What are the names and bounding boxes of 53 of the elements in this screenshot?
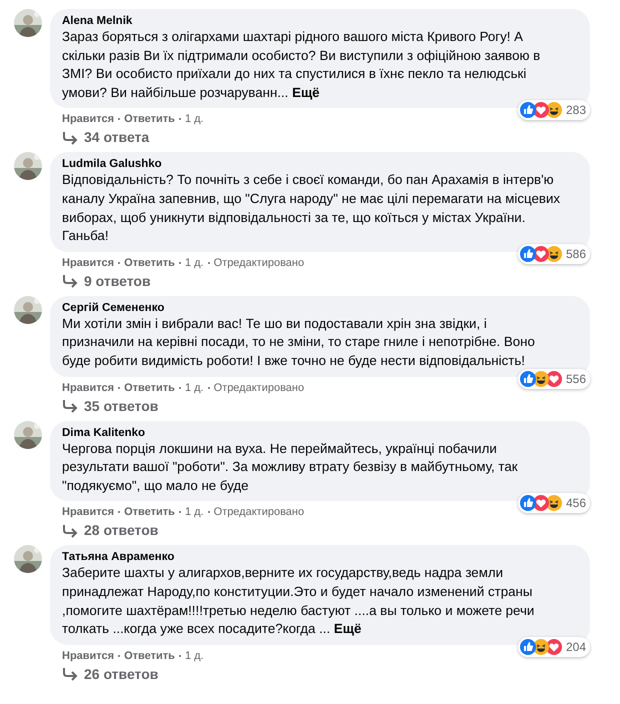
- comment-text: Ми хотіли змін і вибрали вас! Те шо ви подоставали хрін зна звідки, і призначили на керівні посади, то не зміни, то старе гниле і непотрібне. Воно буде робити видимість роботи! І вже точно не буде нести відповідальність!: [62, 314, 536, 370]
- comment-text: Чергова порція локшини на вуха. Не переймайтесь, українці побачили результати вашої "роботи". За можливу втрату безвізу в майбутньому, так "подякуємо", що мало не буде: [62, 440, 519, 495]
- laughing-face-icon: [546, 246, 562, 262]
- replies-link[interactable]: 26 ответов: [50, 662, 590, 683]
- comment-text: Заберите шахты у алигархов,верните их государству,ведь надра земли принадлежат Народу,по конституции.Это и будет начало изменений страны ,помогите шахтёрам!!!!третью неделю бастуют ....а вы только и можете речи толкать ...когда уже всех посадите?когда ... Ещё: [62, 564, 536, 638]
- replies-link[interactable]: 34 ответа: [50, 126, 590, 146]
- reactions-badge[interactable]: 586: [518, 244, 590, 264]
- timestamp: 1 д.: [184, 505, 204, 520]
- reply-arrow-icon: [62, 524, 78, 538]
- author-name: Dima Kalitenko: [62, 426, 146, 440]
- like-icon: [520, 495, 536, 512]
- author-name: Alena Melnik: [62, 14, 134, 28]
- laughing-face-icon: [532, 638, 549, 655]
- laughing-face-icon: [546, 102, 562, 118]
- comment-text: Зараз боряться з олігархами шахтарі рідного вашого міста Кривого Рогу! А скільки разів Ви їх підтримали особисто? Ви виступили з офіційною заявою в ЗМІ? Ви особисто приїхали до них та спустилися в їхнє пекло та нелюдські умови? Ви найбільше розчаруванн... Ещё: [62, 28, 542, 102]
- like-link[interactable]: Нравится: [62, 256, 114, 270]
- reactions-badge[interactable]: 283: [518, 100, 590, 120]
- timestamp: 1 д.: [184, 380, 204, 395]
- author-name: Ludmila Galushko: [62, 157, 163, 172]
- like-icon: [520, 102, 536, 118]
- replies-link[interactable]: 28 ответов: [50, 519, 590, 540]
- reply-link[interactable]: Ответить: [124, 112, 175, 126]
- like-link[interactable]: Нравится: [62, 112, 114, 126]
- like-link[interactable]: Нравится: [62, 380, 114, 395]
- timestamp: 1 д.: [184, 648, 204, 663]
- replies-link[interactable]: 35 ответов: [50, 394, 590, 415]
- reactions-badge[interactable]: 556: [518, 368, 590, 389]
- edited-label: Отредактировано: [214, 256, 304, 270]
- reply-link[interactable]: Ответить: [124, 380, 175, 395]
- author-name: Сергій Семененко: [62, 300, 166, 315]
- like-icon: [520, 370, 536, 387]
- edited-label: Отредактировано: [214, 380, 304, 395]
- reactions-badge[interactable]: 456: [518, 493, 590, 514]
- timestamp: 1 д.: [184, 112, 204, 126]
- timestamp: 1 д.: [184, 256, 204, 270]
- reply-link[interactable]: Ответить: [124, 505, 175, 520]
- reply-arrow-icon: [62, 667, 78, 682]
- reply-arrow-icon: [62, 130, 78, 145]
- reply-arrow-icon: [62, 399, 78, 414]
- like-link[interactable]: Нравится: [62, 505, 114, 520]
- laughing-face-icon: [546, 495, 562, 512]
- replies-link[interactable]: 9 ответов: [50, 270, 590, 290]
- reply-arrow-icon: [62, 274, 78, 288]
- reply-link[interactable]: Ответить: [124, 256, 175, 270]
- like-icon: [520, 246, 536, 262]
- laughing-face-icon: [532, 370, 549, 387]
- author-name: Татьяна Авраменко: [62, 550, 176, 564]
- like-link[interactable]: Нравится: [62, 648, 114, 663]
- edited-label: Отредактировано: [214, 505, 304, 520]
- like-icon: [520, 638, 536, 655]
- comment-text: Відповідальність? То почніть з себе і своєї команди, бо пан Арахамія в інтерв'ю каналу Україна запевнив, що "Слуга народу" не має цілі перемагати на місцевих виборах, щоб уникнути відповідальності за те, що коїться у містах України. Ганьба!: [62, 171, 562, 246]
- reply-link[interactable]: Ответить: [124, 648, 175, 663]
- reactions-badge[interactable]: 204: [518, 636, 590, 657]
